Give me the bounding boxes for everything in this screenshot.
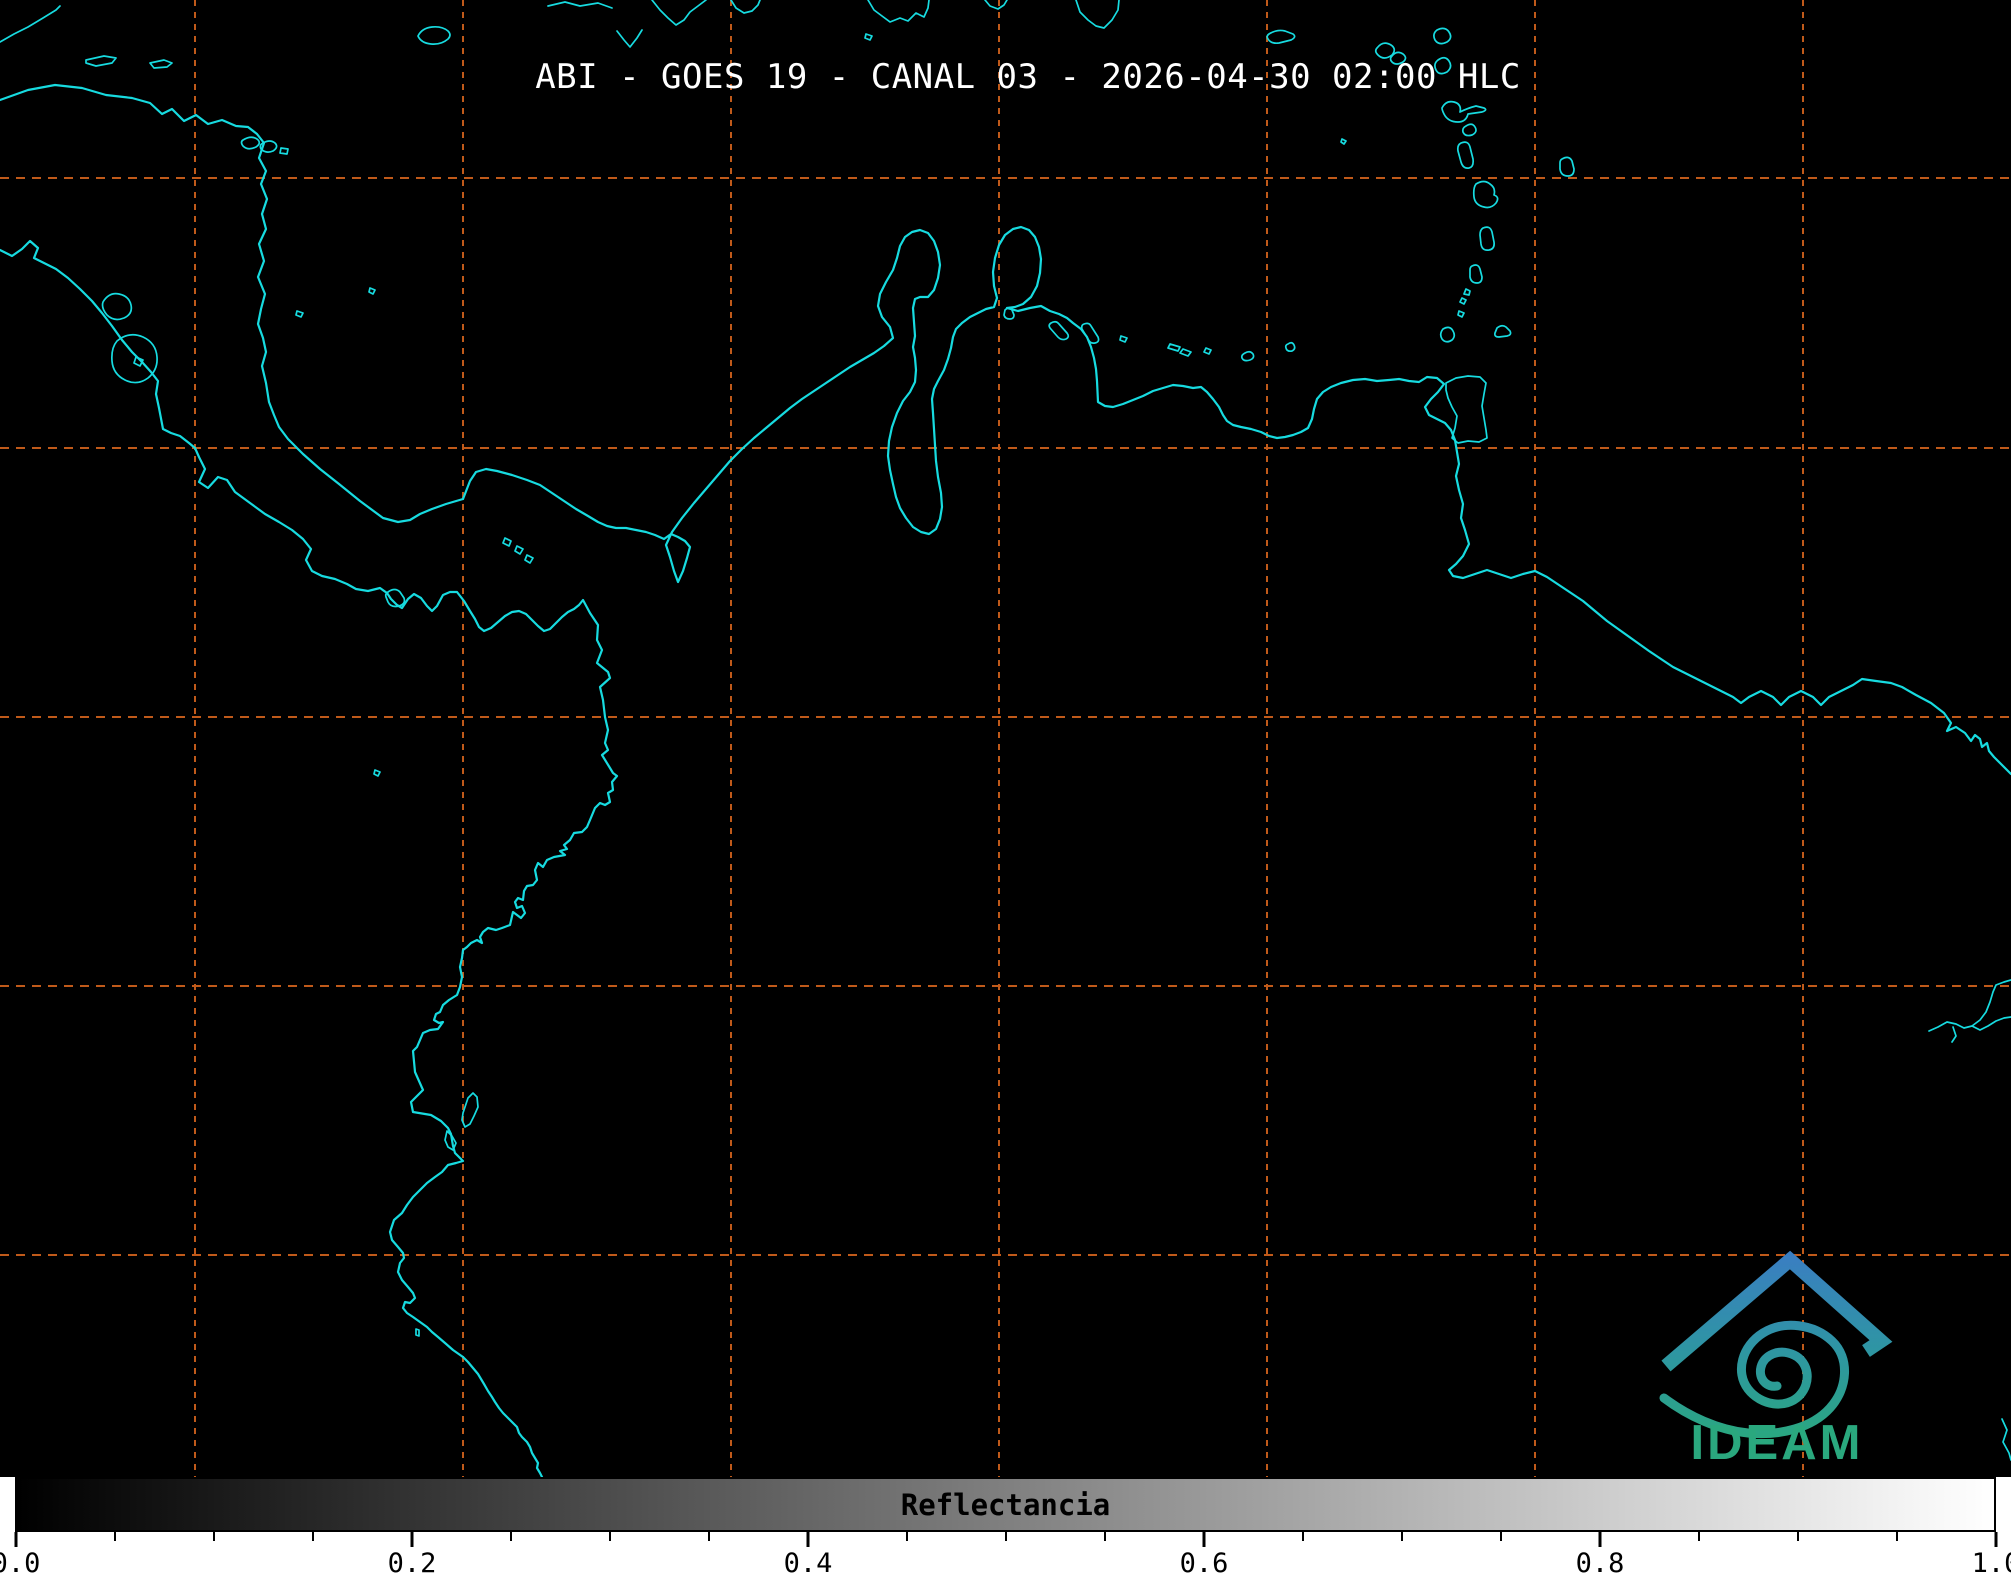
coastline-guyana-fragment: [1928, 979, 2011, 1043]
colorbar-minor-tick: [213, 1532, 215, 1541]
colorbar-minor-tick: [1500, 1532, 1502, 1541]
colorbar-tick-label: 1.0: [1971, 1548, 2011, 1579]
colorbar-axis: 0.0 0.2 0.4 0.6 0.8 1.0: [0, 1532, 2011, 1579]
colorbar-minor-tick: [1302, 1532, 1304, 1541]
coastline-central-america-caribbean: [0, 83, 465, 524]
colorbar-minor-tick: [1005, 1532, 1007, 1541]
colorbar-minor-tick: [1896, 1532, 1898, 1541]
map-title: ABI - GOES 19 - CANAL 03 - 2026-04-30 02…: [535, 57, 1521, 97]
coastlines: [0, 0, 2011, 1477]
colorbar-label: Reflectancia: [900, 1487, 1111, 1522]
colorbar-major-tick: [14, 1532, 18, 1547]
colorbar-major-tick: [1202, 1532, 1206, 1547]
coastline-pacific-south-america: [0, 239, 619, 1477]
colorbar-minor-tick: [114, 1532, 116, 1541]
colorbar-minor-tick: [510, 1532, 512, 1541]
colorbar-minor-tick: [1698, 1532, 1700, 1541]
colorbar-minor-tick: [1401, 1532, 1403, 1541]
colorbar-major-tick: [410, 1532, 414, 1547]
islands-abc-los-roques: [1003, 307, 1296, 362]
colorbar-tick-label: 0.8: [1575, 1548, 1625, 1579]
colorbar-minor-tick: [312, 1532, 314, 1541]
colorbar-major-tick: [1994, 1532, 1998, 1547]
colorbar-major-tick: [1598, 1532, 1602, 1547]
graticule-gridlines: [0, 0, 2011, 1477]
satellite-map: IDEAM ABI - GOES 19 - CANAL 03 - 2026-04…: [0, 0, 2011, 1477]
colorbar-major-tick: [806, 1532, 810, 1547]
estuary-guayaquil: [444, 1092, 479, 1151]
colorbar: Reflectancia: [0, 1477, 2011, 1532]
colorbar-minor-tick: [1797, 1532, 1799, 1541]
goes-satellite-product: { "title": "ABI - GOES 19 - CANAL 03 - 2…: [0, 0, 2011, 1579]
colorbar-minor-tick: [609, 1532, 611, 1541]
colorbar-minor-tick: [906, 1532, 908, 1541]
coastline-panama-venezuela-delta: [461, 225, 2011, 776]
ideam-logo: IDEAM: [1659, 1250, 1893, 1470]
map-svg: IDEAM: [0, 0, 2011, 1477]
colorbar-minor-tick: [1104, 1532, 1106, 1541]
colorbar-tick-label: 0.6: [1179, 1548, 1229, 1579]
coastline-right-edge-fragment: [2001, 1418, 2011, 1461]
colorbar-tick-label: 0.2: [387, 1548, 437, 1579]
colorbar-tick-label: 0.0: [0, 1548, 41, 1579]
ideam-logo-text: IDEAM: [1691, 1416, 1864, 1470]
colorbar-minor-tick: [708, 1532, 710, 1541]
colorbar-tick-label: 0.4: [783, 1548, 833, 1579]
islands-offshore-small: [295, 287, 534, 1337]
